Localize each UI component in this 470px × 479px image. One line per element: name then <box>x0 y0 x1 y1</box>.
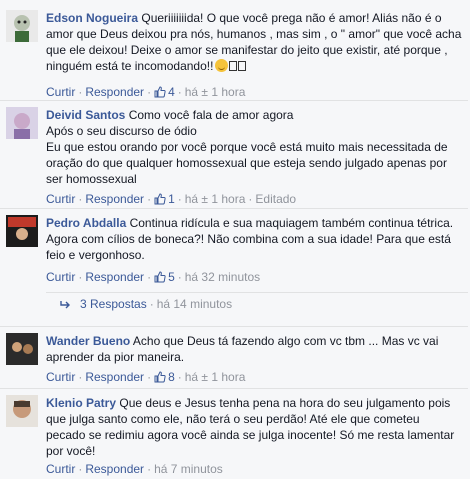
comment-text: Deivid Santos Como você fala de amor ago… <box>46 107 462 187</box>
comment-text: Klenio Patry Que deus e Jesus tenha pena… <box>46 395 462 459</box>
thumbs-up-icon[interactable] <box>154 271 166 287</box>
like-link[interactable]: Curtir <box>46 85 75 99</box>
avatar[interactable] <box>6 10 38 42</box>
comment: Deivid Santos Como você fala de amor ago… <box>0 100 468 208</box>
comment-timestamp[interactable]: há ± 1 hora <box>185 192 246 206</box>
replies-timestamp: há 14 minutos <box>156 297 233 311</box>
like-link[interactable]: Curtir <box>46 192 75 206</box>
avatar[interactable] <box>6 395 38 427</box>
reply-link[interactable]: Responder <box>85 270 144 284</box>
comment-timestamp[interactable]: há 32 minutos <box>185 270 260 284</box>
like-link[interactable]: Curtir <box>46 462 75 476</box>
like-link[interactable]: Curtir <box>46 370 75 384</box>
comment: Wander Bueno Acho que Deus tá fazendo al… <box>0 326 468 388</box>
comment-timestamp[interactable]: há ± 1 hora <box>185 85 246 99</box>
comment-author[interactable]: Deivid Santos <box>46 108 125 122</box>
comment-text: Pedro Abdalla Continua ridícula e sua ma… <box>46 215 462 263</box>
avatar[interactable] <box>6 333 38 365</box>
avatar[interactable] <box>6 215 38 247</box>
comment-timestamp[interactable]: há 7 minutos <box>154 462 223 476</box>
comment-actions: Curtir · Responder · há 7 minutos <box>46 462 223 476</box>
view-replies-link[interactable]: 3 Respostas · há 14 minutos <box>46 292 468 315</box>
like-link[interactable]: Curtir <box>46 270 75 284</box>
like-count[interactable]: 8 <box>168 370 175 384</box>
comment-text: Wander Bueno Acho que Deus tá fazendo al… <box>46 333 462 365</box>
comment-author[interactable]: Klenio Patry <box>46 396 116 410</box>
like-count[interactable]: 5 <box>168 270 175 284</box>
reply-link[interactable]: Responder <box>85 192 144 206</box>
comment-timestamp[interactable]: há ± 1 hora <box>185 370 246 384</box>
comment-author[interactable]: Pedro Abdalla <box>46 216 126 230</box>
like-count[interactable]: 1 <box>168 192 175 206</box>
comment-actions: Curtir · Responder · 8 · há ± 1 hora <box>46 369 245 387</box>
comment: Klenio Patry Que deus e Jesus tenha pena… <box>0 388 468 479</box>
edited-label[interactable]: Editado <box>255 192 296 206</box>
comment-feed: Edson Nogueira Queriiiiiiida! O que você… <box>0 0 470 479</box>
comment-actions: Curtir · Responder · 1 · há ± 1 hora · Editado <box>46 191 296 209</box>
smiley-emoji-icon <box>215 59 229 72</box>
reply-link[interactable]: Responder <box>85 370 144 384</box>
reply-link[interactable]: Responder <box>85 85 144 99</box>
box-glyph-icon <box>238 61 247 71</box>
replies-count-label[interactable]: 3 Respostas <box>80 297 147 311</box>
like-count[interactable]: 4 <box>168 85 175 99</box>
reply-link[interactable]: Responder <box>85 462 144 476</box>
comment: Edson Nogueira Queriiiiiiida! O que você… <box>0 4 468 100</box>
comment-author[interactable]: Edson Nogueira <box>46 11 138 25</box>
reply-arrow-icon <box>60 295 72 317</box>
comment-author[interactable]: Wander Bueno <box>46 334 130 348</box>
avatar[interactable] <box>6 107 38 139</box>
comment-actions: Curtir · Responder · 5 · há 32 minutos <box>46 269 260 287</box>
box-glyph-icon <box>229 61 238 71</box>
thumbs-up-icon[interactable] <box>154 193 166 209</box>
thumbs-up-icon[interactable] <box>154 371 166 387</box>
comment: Pedro Abdalla Continua ridícula e sua ma… <box>0 208 468 292</box>
comment-text: Edson Nogueira Queriiiiiiida! O que você… <box>46 10 462 74</box>
